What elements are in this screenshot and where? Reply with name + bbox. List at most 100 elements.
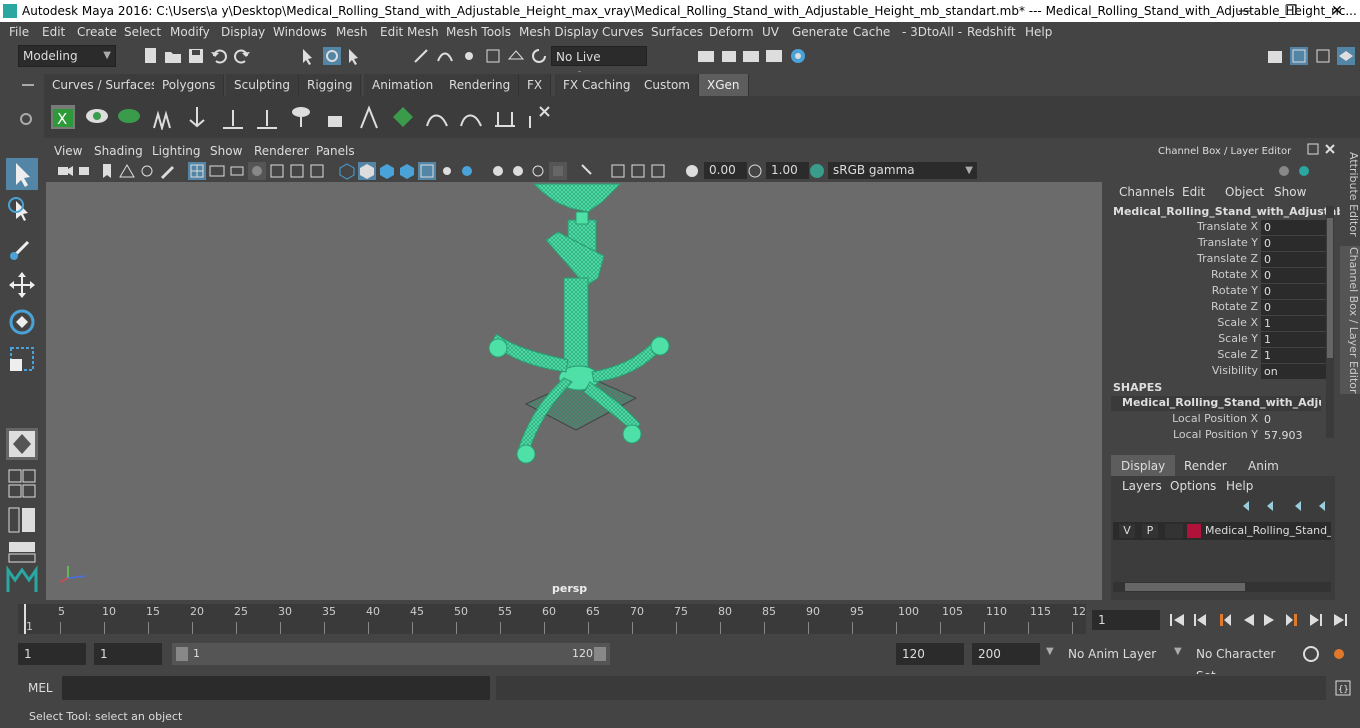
ipr-render-icon[interactable] [742,47,760,65]
channel-box-key-icons[interactable] [1278,162,1314,180]
attribute-row[interactable]: Rotate Z0 [1108,300,1328,316]
go-to-start-icon[interactable] [1170,614,1184,626]
menu-uv[interactable]: UV [762,25,779,39]
live-surface-field[interactable]: No Live Surface [551,46,647,84]
layer-tab-anim[interactable]: Anim [1238,455,1289,477]
playback-end-frame-field[interactable]: 120 [896,643,964,665]
animation-preferences-icon[interactable] [1330,645,1348,663]
menu-mesh-tools[interactable]: Mesh Tools [446,25,511,39]
menu-file[interactable]: File [9,25,29,39]
float-panel-icon[interactable] [1307,143,1319,155]
step-back-icon[interactable] [1194,614,1206,626]
maya-home-button[interactable] [6,564,38,596]
viewport-menu-panels[interactable]: Panels [316,144,355,158]
isolate-select-icon[interactable] [579,162,597,180]
tab-fx-caching[interactable]: FX Caching [555,74,640,96]
attribute-row[interactable]: Local Position Y 57.903 [1108,428,1328,444]
select-by-object-icon[interactable] [323,47,341,65]
bookmark-icon[interactable] [98,162,116,180]
close-button[interactable]: ✕ [1314,0,1360,22]
script-editor-icon[interactable]: {} [1334,679,1352,697]
close-panel-icon[interactable] [1324,143,1336,155]
channel-box-menu-channels[interactable]: Channels [1119,185,1175,199]
hypershade-icon[interactable] [789,47,807,65]
shadows-icon[interactable] [458,162,476,180]
redo-icon[interactable] [233,47,251,65]
smooth-shade-icon[interactable] [358,162,376,180]
xgen-delete-icon[interactable] [526,104,552,130]
field-chart-icon[interactable] [268,162,286,180]
xgen-sculpt-guides-icon[interactable] [254,104,280,130]
lasso-tool-button[interactable] [6,195,38,227]
tab-rendering[interactable]: Rendering [441,74,520,96]
menu-select[interactable]: Select [124,25,161,39]
menu-curves[interactable]: Curves [602,25,644,39]
menu-generate[interactable]: Generate [792,25,848,39]
gamma-field[interactable]: 1.00 [766,162,809,179]
layer-menu-help[interactable]: Help [1226,479,1253,493]
wireframe-on-shaded-icon[interactable] [378,162,396,180]
anti-aliasing-icon[interactable] [529,162,547,180]
menu-display[interactable]: Display [221,25,265,39]
grid-toggle-icon[interactable] [188,162,206,180]
live-surface-icon[interactable] [530,47,548,65]
tab-animation[interactable]: Animation [364,74,443,96]
layer-horizontal-scrollbar[interactable] [1113,582,1331,592]
menu-mesh-display[interactable]: Mesh Display [519,25,599,39]
current-time-indicator[interactable] [24,604,26,634]
camera-attributes-icon[interactable] [77,162,95,180]
xgen-append-guide-icon[interactable] [220,104,246,130]
range-slider-end-handle[interactable] [594,647,606,661]
resolution-gate-icon[interactable] [228,162,246,180]
auto-key-icon[interactable] [1302,645,1320,663]
exposure-field[interactable]: 0.00 [704,162,747,179]
xgen-grid-icon[interactable] [390,104,416,130]
viewport-menu-shading[interactable]: Shading [94,144,143,158]
minimize-button[interactable]: — [1222,0,1268,22]
workspace-icon[interactable] [1266,47,1284,65]
tab-sculpting[interactable]: Sculpting [226,74,300,96]
current-frame-field[interactable]: 1 [1092,610,1160,630]
single-perspective-view-button[interactable] [6,428,38,460]
step-forward-key-icon[interactable] [1286,614,1297,626]
attribute-row[interactable]: Scale Y1 [1108,332,1328,348]
move-tool-button[interactable] [6,269,38,301]
paint-select-tool-button[interactable] [6,232,38,264]
exposure-icon[interactable] [683,162,701,180]
mode-dropdown[interactable]: Modeling ▼ [18,45,116,67]
save-scene-icon[interactable] [187,47,205,65]
wireframe-icon[interactable] [338,162,356,180]
character-set-chevron-icon[interactable]: ▼ [1174,646,1182,657]
xgen-guide-to-curve-icon[interactable] [424,104,450,130]
play-forward-icon[interactable] [1264,614,1274,626]
range-slider[interactable]: 1 120 [172,643,610,665]
menu-create[interactable]: Create [77,25,117,39]
select-camera-icon[interactable] [56,162,74,180]
menu-mesh[interactable]: Mesh [336,25,368,39]
layer-tab-display[interactable]: Display [1111,455,1176,477]
layer-color-swatch[interactable] [1187,524,1201,538]
xgen-export-icon[interactable] [492,104,518,130]
menu-help[interactable]: Help [1025,25,1052,39]
layer-menu-options[interactable]: Options [1170,479,1216,493]
anim-layer-chevron-icon[interactable]: ▼ [1046,646,1054,657]
xgen-editor-icon[interactable]: X [50,104,76,130]
shelf-menu-icon[interactable] [19,76,37,94]
tab-curves-surfaces[interactable]: Curves / Surfaces [44,74,167,96]
attribute-row[interactable]: Scale X1 [1108,316,1328,332]
shelf-settings-gear-icon[interactable] [17,110,35,128]
selected-object-name[interactable]: Medical_Rolling_Stand_with_Adjustab... [1113,205,1357,218]
rotate-tool-button[interactable] [6,306,38,338]
anim-layer-field[interactable]: No Anim Layer [1062,643,1164,665]
xgen-add-guide-icon[interactable] [184,104,210,130]
toggle-tool-settings-icon[interactable] [1314,47,1332,65]
render-settings-icon[interactable] [765,47,783,65]
channel-box-menu-show[interactable]: Show [1274,185,1306,199]
toggle-channel-box-icon[interactable] [1290,47,1308,65]
colorspace-dropdown[interactable]: sRGB gamma ▼ [828,162,977,179]
select-by-hierarchy-icon[interactable] [300,47,318,65]
screen-space-ao-icon[interactable] [489,162,507,180]
two-d-pan-zoom-icon[interactable] [138,162,156,180]
menu-windows[interactable]: Windows [273,25,327,39]
play-backward-icon[interactable] [1244,614,1254,626]
